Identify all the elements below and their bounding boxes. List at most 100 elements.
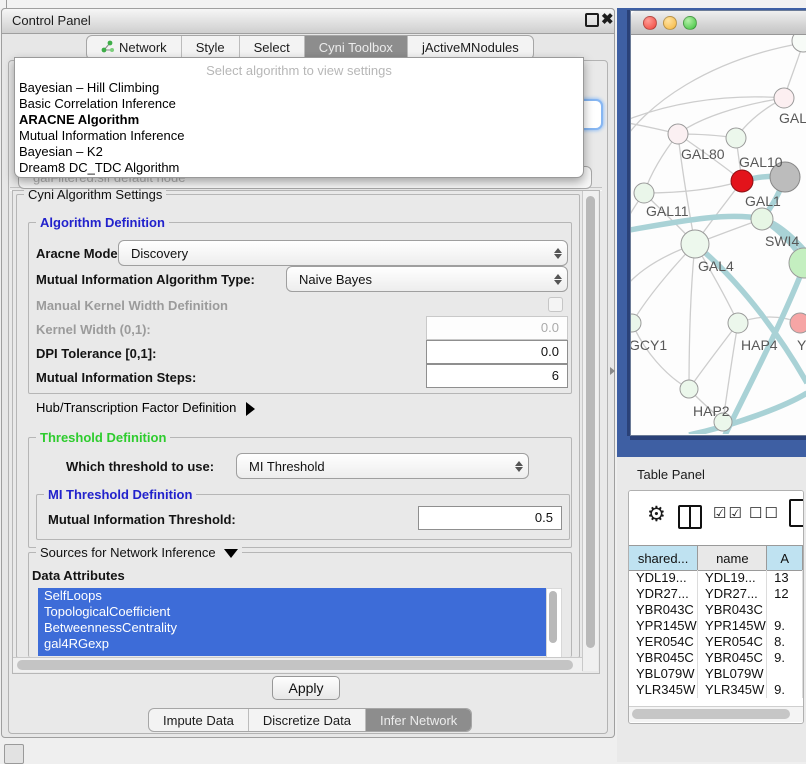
columns-icon[interactable] <box>678 505 702 529</box>
mi-threshold-value: 0.5 <box>535 510 553 525</box>
table-hscrollbar-thumb[interactable] <box>632 709 790 719</box>
column-header-a[interactable]: A <box>767 546 803 570</box>
tab-impute-data[interactable]: Impute Data <box>149 709 249 731</box>
network-window-titlebar[interactable] <box>631 11 806 35</box>
close-icon[interactable]: ✖ <box>601 10 614 28</box>
deselect-all-checkboxes-icon[interactable]: ☐☐ <box>749 504 780 522</box>
combo-arrows-icon <box>549 248 567 259</box>
mi-threshold-label: Mutual Information Threshold: <box>48 512 236 527</box>
network-node[interactable] <box>726 128 746 148</box>
network-node[interactable] <box>680 380 698 398</box>
table-row[interactable]: YER054CYER054C8. <box>629 634 803 650</box>
table-row[interactable]: YBL079WYBL079W <box>629 666 803 682</box>
network-node[interactable] <box>681 230 709 258</box>
network-node[interactable] <box>634 183 654 203</box>
network-canvas[interactable]: GALGAL80GAL10GAL1GAL11SWI4GAL4GCY1HAP4YH… <box>631 35 806 434</box>
minimize-traffic-light[interactable] <box>663 16 677 30</box>
attribute-item[interactable]: SelfLoops <box>38 588 546 604</box>
table-hscrollbar[interactable] <box>629 706 803 722</box>
tab-label: Infer Network <box>380 713 457 728</box>
tab-style[interactable]: Style <box>182 36 240 59</box>
table-row[interactable]: YBR045CYBR045C9. <box>629 650 803 666</box>
table-cell <box>767 666 803 682</box>
tab-label: Style <box>196 40 225 55</box>
export-table-icon[interactable] <box>789 499 804 527</box>
network-node[interactable] <box>789 248 806 278</box>
list-scrollbar-thumb[interactable] <box>549 591 557 643</box>
combo-arrows-icon <box>549 274 567 285</box>
which-threshold-label: Which threshold to use: <box>66 459 214 474</box>
data-attributes-list[interactable]: SelfLoopsTopologicalCoefficientBetweenne… <box>38 588 546 656</box>
close-traffic-light[interactable] <box>643 16 657 30</box>
node-label: GAL10 <box>739 154 783 170</box>
control-panel-titlebar[interactable] <box>1 8 615 34</box>
table-row[interactable]: YDL19...YDL19...13 <box>629 570 803 586</box>
dpi-tolerance-field[interactable]: 0.0 <box>426 340 568 364</box>
hub-definition-label: Hub/Transcription Factor Definition <box>36 400 236 415</box>
node-label: HAP4 <box>741 337 778 353</box>
splitter-arrow-icon[interactable] <box>610 367 615 375</box>
attribute-item[interactable]: TopologicalCoefficient <box>38 604 546 620</box>
algorithm-option[interactable]: Dream8 DC_TDC Algorithm <box>19 160 579 176</box>
attribute-item[interactable]: BetweennessCentrality <box>38 620 546 636</box>
network-node[interactable] <box>731 170 753 192</box>
apply-button[interactable]: Apply <box>272 676 340 700</box>
table-panel-title: Table Panel <box>637 467 705 482</box>
node-label: Y <box>797 337 806 353</box>
network-node[interactable] <box>774 88 794 108</box>
algorithm-option[interactable]: Mutual Information Inference <box>19 128 579 144</box>
table-row[interactable]: YLR345WYLR345W9. <box>629 682 803 698</box>
node-label: HAP2 <box>693 403 730 419</box>
mi-steps-field[interactable]: 6 <box>426 364 568 388</box>
aracne-mode-label: Aracne Mode: <box>36 246 122 261</box>
select-all-checkboxes-icon[interactable]: ☑☑ <box>713 504 744 522</box>
gear-icon[interactable]: ⚙ <box>647 502 666 527</box>
hub-definition-toggle[interactable]: Hub/Transcription Factor Definition <box>36 400 255 416</box>
algorithm-option[interactable]: Basic Correlation Inference <box>19 96 579 112</box>
float-window-icon[interactable] <box>585 13 599 27</box>
table-cell: YDR27... <box>698 586 767 602</box>
network-node[interactable] <box>790 313 806 333</box>
algorithm-option[interactable]: ARACNE Algorithm <box>19 112 579 128</box>
which-threshold-select[interactable]: MI Threshold <box>236 453 529 479</box>
table-row[interactable]: YBR043CYBR043C <box>629 602 803 618</box>
manual-kernel-width-checkbox[interactable] <box>548 297 563 312</box>
network-node[interactable] <box>792 35 806 52</box>
network-node[interactable] <box>751 208 773 230</box>
list-scrollbar[interactable] <box>546 588 562 658</box>
settings-vscrollbar-thumb[interactable] <box>586 196 595 648</box>
tab-cyni-toolbox[interactable]: Cyni Toolbox <box>305 36 408 59</box>
network-node[interactable] <box>631 314 641 332</box>
network-node[interactable] <box>728 313 748 333</box>
tab-jactivemnodules[interactable]: jActiveMNodules <box>408 36 533 59</box>
settings-hscrollbar-thumb[interactable] <box>17 660 573 670</box>
popup-header: Select algorithm to view settings <box>15 63 583 78</box>
algorithm-option[interactable]: Bayesian – K2 <box>19 144 579 160</box>
mi-threshold-field[interactable]: 0.5 <box>418 506 562 530</box>
table-cell: 13 <box>767 570 803 586</box>
zoom-traffic-light[interactable] <box>683 16 697 30</box>
sources-toggle[interactable]: Sources for Network Inference <box>36 545 242 560</box>
tab-network[interactable]: Network <box>87 36 182 59</box>
table-row[interactable]: YDR27...YDR27...12 <box>629 586 803 602</box>
collapsed-panel-button[interactable] <box>4 744 24 764</box>
app-top-strip <box>0 0 806 8</box>
table-row[interactable]: YPR145WYPR145W9. <box>629 618 803 634</box>
column-header-name[interactable]: name <box>698 546 767 570</box>
aracne-mode-select[interactable]: Discovery <box>118 240 568 266</box>
algorithm-option[interactable]: Bayesian – Hill Climbing <box>19 80 579 96</box>
column-header-shared[interactable]: shared... <box>629 546 698 570</box>
table-cell <box>767 602 803 618</box>
mi-algorithm-type-select[interactable]: Naive Bayes <box>286 266 568 292</box>
tab-select[interactable]: Select <box>240 36 305 59</box>
table-cell: YER054C <box>698 634 767 650</box>
settings-vscrollbar[interactable] <box>582 191 598 671</box>
network-node[interactable] <box>668 124 688 144</box>
network-edge <box>632 244 695 323</box>
mi-steps-value: 6 <box>552 368 559 383</box>
settings-hscrollbar[interactable] <box>13 657 582 672</box>
tab-discretize-data[interactable]: Discretize Data <box>249 709 366 731</box>
node-label: GAL <box>779 110 806 126</box>
tab-infer-network[interactable]: Infer Network <box>366 709 471 731</box>
attribute-item[interactable]: gal4RGexp <box>38 636 546 652</box>
